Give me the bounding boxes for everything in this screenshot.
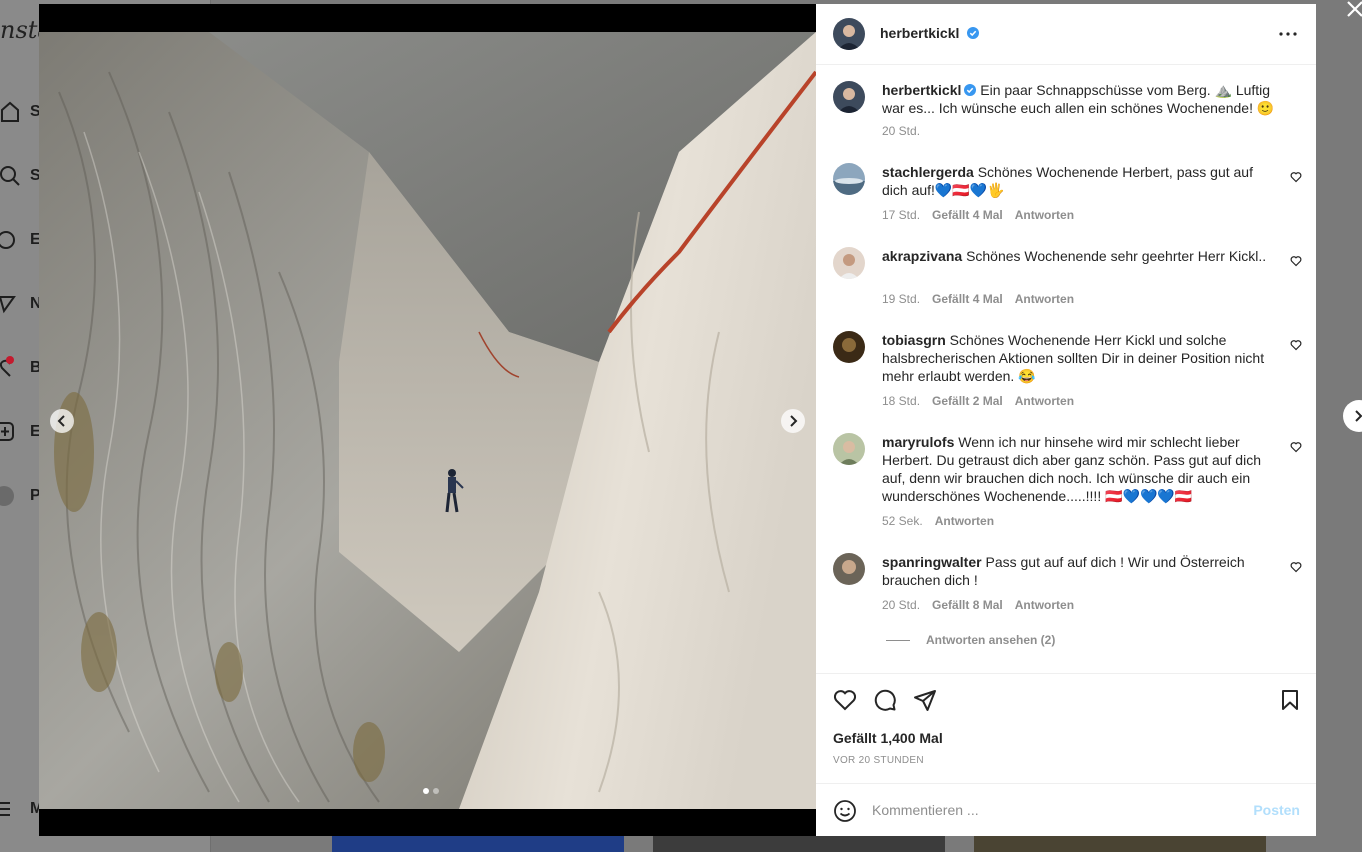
comment-time: 20 Std. [882, 598, 921, 612]
share-send-icon[interactable] [913, 688, 937, 712]
search-icon [0, 166, 20, 186]
post-comment-button[interactable]: Posten [1253, 802, 1300, 818]
save-bookmark-icon[interactable] [1278, 688, 1302, 712]
like-heart-icon[interactable] [833, 688, 857, 712]
chevron-right-icon [1355, 410, 1362, 422]
comment-reply-button[interactable]: Antworten [1015, 292, 1074, 306]
comment-time: 17 Std. [882, 208, 921, 222]
comment-reply-button[interactable]: Antworten [1015, 208, 1074, 222]
commenter-avatar[interactable] [833, 331, 865, 363]
verified-badge-icon [966, 27, 979, 39]
carousel-prev-button[interactable] [50, 409, 74, 433]
comment-meta: 20 Std. Gefällt 8 Mal Antworten [882, 598, 1074, 612]
close-icon[interactable] [1344, 0, 1362, 20]
menu-icon [0, 802, 10, 816]
commenter-avatar[interactable] [833, 163, 865, 195]
caption-text-block: herbertkickl Ein paar Schnappschüsse vom… [882, 81, 1278, 117]
comment-text-block: tobiasgrn Schönes Wochenende Herr Kickl … [882, 331, 1278, 385]
post-timestamp: VOR 20 STUNDEN [833, 755, 924, 766]
comment-like-icon[interactable] [1290, 255, 1302, 267]
caption-time: 20 Std. [882, 124, 921, 138]
verified-badge-icon [964, 84, 977, 96]
comment-text-block: spanringwalter Pass gut auf auf dich ! W… [882, 553, 1278, 589]
comment-time: 52 Sek. [882, 514, 923, 528]
author-name-row: herbertkickl [880, 25, 979, 43]
author-avatar[interactable] [833, 81, 865, 113]
post-photo [39, 32, 816, 809]
comment-username[interactable]: spanringwalter [882, 554, 982, 570]
caption-meta: 20 Std. [882, 124, 920, 138]
comments-list: herbertkickl Ein paar Schnappschüsse vom… [816, 65, 1316, 673]
carousel-dot [423, 788, 429, 794]
comment-text-block: akrapzivana Schönes Wochenende sehr geeh… [882, 247, 1278, 265]
chevron-right-icon [790, 415, 798, 427]
replies-divider [886, 639, 910, 641]
comment-text-block: maryrulofs Wenn ich nur hinsehe wird mir… [882, 433, 1278, 505]
plus-square-icon [0, 422, 14, 441]
comment-meta: 18 Std. Gefällt 2 Mal Antworten [882, 394, 1074, 408]
send-icon [0, 296, 16, 314]
profile-avatar-icon [0, 486, 14, 506]
comment-meta: 52 Sek. Antworten [882, 514, 994, 528]
post-actions: Gefällt 1,400 Mal VOR 20 STUNDEN [816, 673, 1316, 784]
comment-like-icon[interactable] [1290, 339, 1302, 351]
comment-likes[interactable]: Gefällt 2 Mal [932, 394, 1003, 408]
more-options-icon[interactable] [1278, 24, 1298, 44]
home-icon [1, 101, 19, 122]
commenter-avatar[interactable] [833, 553, 865, 585]
comment-username[interactable]: tobiasgrn [882, 332, 946, 348]
carousel-next-button[interactable] [781, 409, 805, 433]
comment-time: 19 Std. [882, 292, 921, 306]
comment-username[interactable]: stachlergerda [882, 164, 974, 180]
compass-icon [0, 231, 15, 249]
comment-like-icon[interactable] [1290, 171, 1302, 183]
background-thumbnail [332, 836, 624, 852]
comment-text: Schönes Wochenende sehr geehrter Herr Ki… [966, 248, 1267, 264]
add-comment-bar: Posten [816, 783, 1316, 837]
comment-reply-button[interactable]: Antworten [1015, 394, 1074, 408]
post-panel: herbertkickl herbertkickl Ein paar Schna… [816, 4, 1316, 836]
carousel-dot [433, 788, 439, 794]
comment-username[interactable]: akrapzivana [882, 248, 962, 264]
comment-reply-button[interactable]: Antworten [935, 514, 994, 528]
commenter-avatar[interactable] [833, 433, 865, 465]
comment-input[interactable] [872, 800, 1232, 820]
view-replies-button[interactable]: Antworten ansehen (2) [886, 633, 1055, 647]
comment-text-block: stachlergerda Schönes Wochenende Herbert… [882, 163, 1278, 199]
comment-likes[interactable]: Gefällt 8 Mal [932, 598, 1003, 612]
comment-like-icon[interactable] [1290, 441, 1302, 453]
post-media [39, 4, 816, 836]
comment-username[interactable]: maryrulofs [882, 434, 954, 450]
background-thumbnail [974, 836, 1266, 852]
author-avatar[interactable] [833, 18, 865, 50]
view-replies-label: Antworten ansehen (2) [926, 633, 1056, 647]
author-username[interactable]: herbertkickl [880, 25, 959, 41]
commenter-avatar[interactable] [833, 247, 865, 279]
background-thumbnail [653, 836, 945, 852]
caption-username[interactable]: herbertkickl [882, 82, 961, 98]
comment-likes[interactable]: Gefällt 4 Mal [932, 208, 1003, 222]
carousel-indicator [423, 788, 439, 794]
notification-dot [6, 356, 14, 364]
comment-bubble-icon[interactable] [873, 688, 897, 712]
comment-reply-button[interactable]: Antworten [1015, 598, 1074, 612]
emoji-icon[interactable] [833, 799, 857, 823]
comment-likes[interactable]: Gefällt 4 Mal [932, 292, 1003, 306]
next-post-button[interactable] [1343, 400, 1362, 432]
likes-count[interactable]: Gefällt 1,400 Mal [833, 730, 943, 746]
comment-time: 18 Std. [882, 394, 921, 408]
comment-meta: 19 Std. Gefällt 4 Mal Antworten [882, 292, 1074, 306]
comment-meta: 17 Std. Gefällt 4 Mal Antworten [882, 208, 1074, 222]
chevron-left-icon [57, 415, 65, 427]
post-header: herbertkickl [816, 4, 1316, 65]
comment-like-icon[interactable] [1290, 561, 1302, 573]
